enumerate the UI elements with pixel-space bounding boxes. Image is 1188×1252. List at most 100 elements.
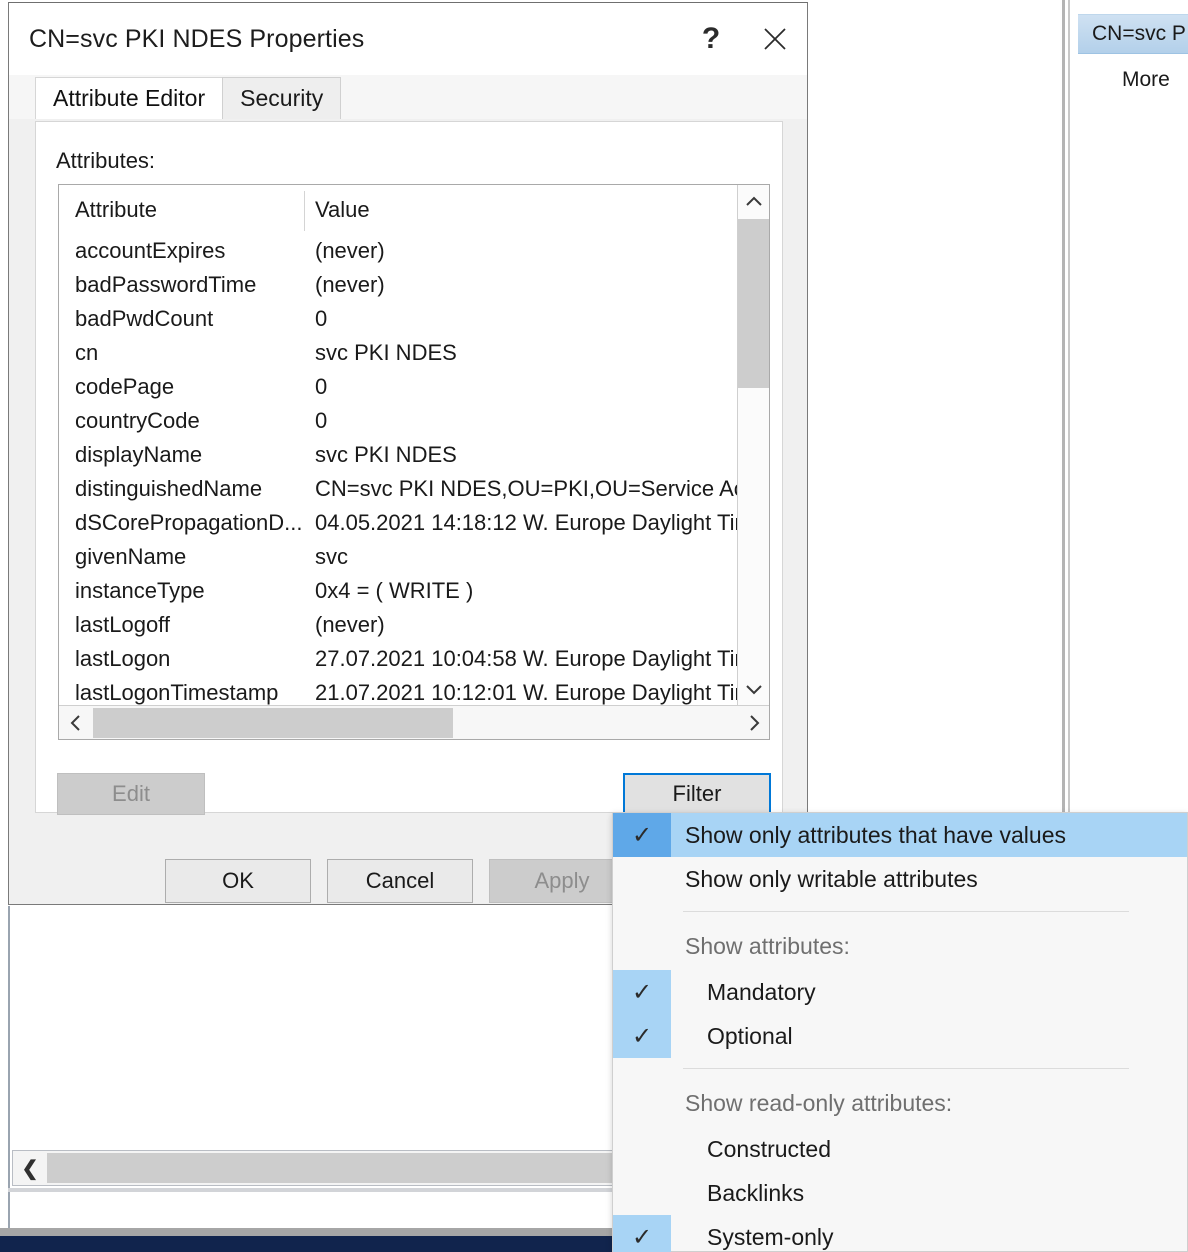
column-header-value[interactable]: Value	[315, 197, 370, 223]
background-selected-row[interactable]: CN=svc P	[1078, 14, 1188, 54]
edit-button: Edit	[57, 773, 205, 815]
cancel-button-label: Cancel	[365, 868, 435, 893]
menu-item-label: System-only	[707, 1223, 834, 1250]
menu-item-backlinks[interactable]: Backlinks	[613, 1171, 1187, 1215]
table-row[interactable]: givenName svc	[59, 541, 769, 575]
menu-item-label: Show only writable attributes	[685, 865, 978, 892]
table-row[interactable]: countryCode 0	[59, 405, 769, 439]
column-separator[interactable]	[304, 191, 305, 231]
cell-value: (never)	[315, 612, 385, 637]
background-more-row[interactable]: More	[1078, 62, 1188, 98]
table-row[interactable]: lastLogoff (never)	[59, 609, 769, 643]
table-row[interactable]: lastLogon 27.07.2021 10:04:58 W. Europe D…	[59, 643, 769, 677]
menu-item-label: Optional	[707, 1022, 793, 1049]
scroll-down-icon[interactable]	[738, 672, 769, 706]
cell-attribute: codePage	[75, 374, 175, 399]
cell-value: svc PKI NDES	[315, 340, 457, 365]
properties-dialog: CN=svc PKI NDES Properties ? Attribute E…	[8, 2, 808, 905]
menu-group-spacer	[613, 1081, 671, 1125]
table-row[interactable]: cn svc PKI NDES	[59, 337, 769, 371]
cell-value: 27.07.2021 10:04:58 W. Europe Daylight T…	[315, 646, 745, 671]
table-row[interactable]: distinguishedName CN=svc PKI NDES,OU=PKI,…	[59, 473, 769, 507]
cell-value: (never)	[315, 272, 385, 297]
table-row[interactable]: badPasswordTime (never)	[59, 269, 769, 303]
cell-attribute: lastLogoff	[75, 612, 171, 637]
menu-group-spacer	[613, 924, 671, 968]
cell-attribute: lastLogon	[75, 646, 171, 671]
menu-item-show-only-writable-attributes[interactable]: Show only writable attributes	[613, 857, 1187, 901]
check-icon: ✓	[613, 1014, 671, 1058]
tab-label: Security	[240, 85, 324, 111]
vertical-scroll-thumb[interactable]	[738, 219, 769, 388]
tab-security[interactable]: Security	[222, 77, 342, 119]
table-row[interactable]: dSCorePropagationD... 04.05.2021 14:18:12…	[59, 507, 769, 541]
column-header-attribute[interactable]: Attribute	[75, 197, 157, 223]
menu-item-optional[interactable]: ✓ Optional	[613, 1014, 1187, 1058]
cell-value: svc	[315, 544, 348, 569]
menu-item-show-only-attributes-that-have-values[interactable]: ✓ Show only attributes that have values	[613, 813, 1187, 857]
check-placeholder	[613, 1127, 671, 1171]
menu-group-show-read-only-attributes: Show read-only attributes:	[613, 1079, 1187, 1127]
horizontal-scroll-track[interactable]	[93, 706, 737, 740]
menu-item-label: Show attributes:	[685, 932, 850, 959]
menu-item-constructed[interactable]: Constructed	[613, 1127, 1187, 1171]
check-icon: ✓	[613, 1215, 671, 1252]
cell-value: (never)	[315, 238, 385, 263]
menu-item-label: Backlinks	[707, 1179, 805, 1206]
cell-attribute: givenName	[75, 544, 187, 569]
tab-strip: Attribute Editor Security	[9, 75, 807, 119]
table-row[interactable]: badPwdCount 0	[59, 303, 769, 337]
check-placeholder	[613, 857, 671, 901]
check-icon: ✓	[613, 813, 671, 857]
filter-button[interactable]: Filter	[623, 773, 771, 815]
cell-value: 0	[315, 306, 328, 331]
menu-group-show-attributes: Show attributes:	[613, 922, 1187, 970]
listview-header: Attribute Value	[59, 185, 769, 235]
check-icon: ✓	[613, 970, 671, 1014]
horizontal-scroll-thumb[interactable]	[93, 707, 453, 738]
cancel-button[interactable]: Cancel	[327, 859, 473, 903]
attributes-listview[interactable]: Attribute Value accountExpires (never) bad…	[58, 184, 770, 740]
scroll-left-icon[interactable]: ❮	[13, 1151, 47, 1185]
cell-attribute: cn	[75, 340, 99, 365]
tab-attribute-editor[interactable]: Attribute Editor	[35, 77, 224, 119]
cell-value: CN=svc PKI NDES,OU=PKI,OU=Service Ac	[315, 476, 745, 501]
cell-value: 0	[315, 408, 328, 433]
cell-attribute: badPasswordTime	[75, 272, 257, 297]
listview-vertical-scrollbar[interactable]	[737, 185, 769, 706]
attributes-label: Attributes:	[56, 148, 156, 173]
vertical-scroll-track[interactable]	[738, 219, 769, 672]
tab-label: Attribute Editor	[53, 85, 206, 111]
tab-panel-attribute-editor: Attributes: Attribute Value accountExpir…	[35, 121, 783, 813]
scroll-left-icon[interactable]	[59, 706, 93, 740]
check-placeholder	[613, 1171, 671, 1215]
menu-item-label: Show only attributes that have values	[685, 821, 1067, 848]
listview-horizontal-scrollbar[interactable]	[59, 705, 769, 740]
listview-rows: accountExpires (never) badPasswordTime (nev…	[59, 235, 769, 739]
menu-item-mandatory[interactable]: ✓ Mandatory	[613, 970, 1187, 1014]
help-icon[interactable]: ?	[679, 3, 743, 75]
menu-item-system-only[interactable]: ✓ System-only	[613, 1215, 1187, 1252]
table-row[interactable]: displayName svc PKI NDES	[59, 439, 769, 473]
filter-button-label: Filter	[672, 781, 722, 806]
table-row[interactable]: accountExpires (never)	[59, 235, 769, 269]
close-icon[interactable]	[743, 3, 807, 75]
cell-value: 04.05.2021 14:18:12 W. Europe Daylight T…	[315, 510, 745, 535]
titlebar-buttons: ?	[679, 3, 807, 75]
filter-dropdown-menu[interactable]: ✓ Show only attributes that have values Sh…	[612, 812, 1188, 1252]
menu-separator	[683, 1068, 1129, 1069]
scroll-right-icon[interactable]	[737, 706, 769, 740]
apply-button-label: Apply	[534, 868, 590, 893]
cell-attribute: displayName	[75, 442, 203, 467]
scroll-up-icon[interactable]	[738, 185, 769, 219]
cell-value: svc PKI NDES	[315, 442, 457, 467]
cell-attribute: distinguishedName	[75, 476, 263, 501]
cell-attribute: countryCode	[75, 408, 200, 433]
menu-item-label: Mandatory	[707, 978, 816, 1005]
dialog-title: CN=svc PKI NDES Properties	[29, 24, 365, 53]
table-row[interactable]: codePage 0	[59, 371, 769, 405]
table-row[interactable]: instanceType 0x4 = ( WRITE )	[59, 575, 769, 609]
menu-separator	[683, 911, 1129, 912]
ok-button[interactable]: OK	[165, 859, 311, 903]
cell-value: 21.07.2021 10:12:01 W. Europe Daylight T…	[315, 680, 745, 705]
